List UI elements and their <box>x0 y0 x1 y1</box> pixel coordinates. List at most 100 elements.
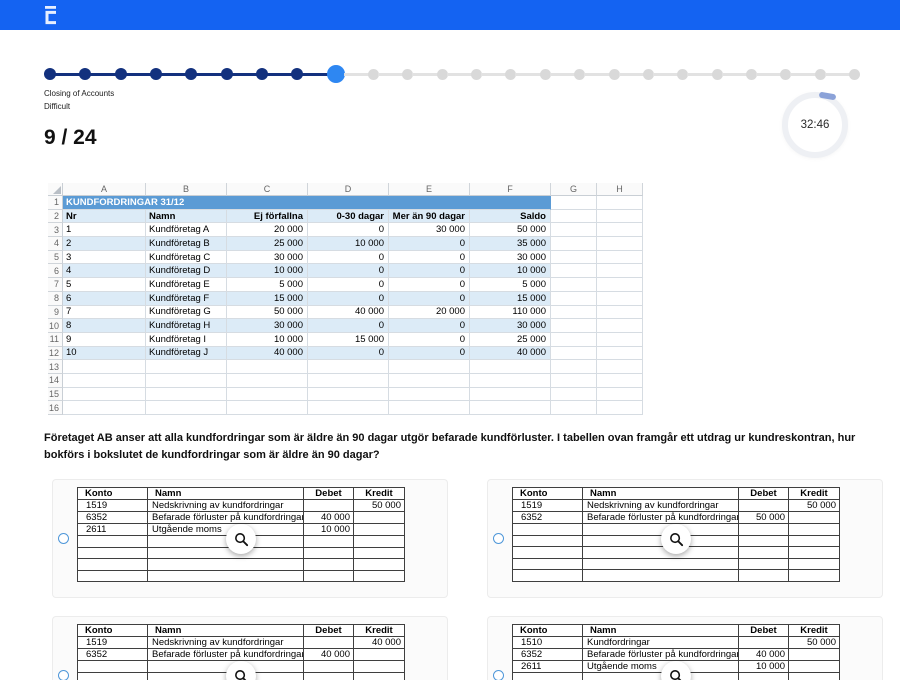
sheet-cell <box>597 347 643 361</box>
zoom-option-button-2[interactable] <box>661 524 691 554</box>
journal-cell <box>148 570 304 582</box>
magnifier-icon <box>668 668 685 680</box>
sheet-cell <box>597 319 643 333</box>
sheet-cell: 3 <box>63 251 146 265</box>
sheet-cell: 50 000 <box>470 223 551 237</box>
journal-cell <box>354 649 405 661</box>
sheet-cell <box>63 401 146 415</box>
journal-cell <box>739 524 789 536</box>
journal-cell <box>354 661 405 673</box>
sheet-cell: 15 000 <box>308 333 389 347</box>
journal-cell <box>583 570 739 582</box>
radio-option-4[interactable] <box>493 670 504 680</box>
sheet-cell: 0 <box>389 278 470 292</box>
sheet-cell <box>389 401 470 415</box>
sheet-cell <box>227 388 308 402</box>
sheet-cell <box>551 292 597 306</box>
answer-option-2[interactable]: KontoNamnDebetKredit1519Nedskrivning av … <box>487 479 883 598</box>
magnifier-icon <box>668 531 685 548</box>
journal-header-cell: Kredit <box>354 625 405 637</box>
journal-cell: 1519 <box>78 500 148 512</box>
journal-header-cell: Konto <box>513 625 583 637</box>
sheet-cell <box>551 223 597 237</box>
sheet-cell <box>551 360 597 374</box>
progress-connector <box>232 73 257 76</box>
sheet-cell <box>146 388 227 402</box>
progress-connector <box>302 73 327 76</box>
sheet-cell <box>551 333 597 347</box>
sheet-cell: 8 <box>63 319 146 333</box>
journal-cell <box>513 535 583 547</box>
sheet-cell: 0 <box>389 333 470 347</box>
journal-cell: Befarade förluster på kundfordringar <box>148 512 304 524</box>
journal-row: 6352Befarade förluster på kundfordringar… <box>513 512 840 524</box>
sheet-cell: 6 <box>63 292 146 306</box>
journal-cell <box>583 524 739 536</box>
answer-option-1[interactable]: KontoNamnDebetKredit1519Nedskrivning av … <box>52 479 448 598</box>
sheet-cell <box>551 264 597 278</box>
sheet-cell <box>597 388 643 402</box>
sheet-cell <box>597 401 643 415</box>
sheet-cell: Kundföretag J <box>146 347 227 361</box>
top-navigation-bar <box>0 0 900 30</box>
sheet-cell: 30 000 <box>389 223 470 237</box>
sheet-cell: Kundföretag E <box>146 278 227 292</box>
journal-cell: 1519 <box>513 500 583 512</box>
zoom-option-button-1[interactable] <box>226 524 256 554</box>
journal-cell <box>354 672 405 680</box>
progress-connector <box>378 73 403 76</box>
radio-option-3[interactable] <box>58 670 69 680</box>
journal-cell <box>78 547 148 559</box>
sheet-header-cell: Nr <box>63 210 146 224</box>
answer-option-4[interactable]: KontoNamnDebetKredit1510Kundfordringar50… <box>487 616 883 680</box>
sheet-cell: 0 <box>308 319 389 333</box>
progress-connector <box>267 73 292 76</box>
journal-cell <box>304 637 354 649</box>
sheet-cell <box>597 374 643 388</box>
progress-connector <box>55 73 80 76</box>
sheet-header-cell: Mer än 90 dagar <box>389 210 470 224</box>
app-logo-icon[interactable] <box>41 4 59 31</box>
journal-cell <box>78 672 148 680</box>
sheet-cell <box>470 374 551 388</box>
progress-connector <box>653 73 678 76</box>
journal-cell: 50 000 <box>354 500 405 512</box>
journal-header-cell: Kredit <box>789 625 840 637</box>
journal-row: 1519Nedskrivning av kundfordringar50 000 <box>513 500 840 512</box>
journal-cell: 50 000 <box>789 637 840 649</box>
sheet-cell: 0 <box>389 347 470 361</box>
sheet-cell <box>551 401 597 415</box>
sheet-row-number: 6 <box>48 264 63 278</box>
sheet-cell <box>597 237 643 251</box>
sheet-cell: Kundföretag I <box>146 333 227 347</box>
journal-cell: Utgående moms <box>148 524 304 536</box>
journal-cell <box>78 661 148 673</box>
sheet-column-letter: B <box>146 183 227 196</box>
sheet-column-letter: E <box>389 183 470 196</box>
journal-cell <box>78 570 148 582</box>
journal-header-row: KontoNamnDebetKredit <box>78 625 405 637</box>
radio-option-2[interactable] <box>493 533 504 544</box>
sheet-cell: 10 000 <box>227 333 308 347</box>
radio-option-1[interactable] <box>58 533 69 544</box>
journal-cell <box>354 547 405 559</box>
journal-cell: 40 000 <box>304 512 354 524</box>
journal-cell: 6352 <box>513 649 583 661</box>
sheet-cell: 15 000 <box>227 292 308 306</box>
progress-connector <box>344 73 369 76</box>
sheet-cell <box>470 360 551 374</box>
sheet-cell <box>551 196 597 210</box>
progress-track <box>44 64 860 84</box>
journal-header-row: KontoNamnDebetKredit <box>78 488 405 500</box>
sheet-cell: 10 000 <box>227 264 308 278</box>
sheet-cell <box>551 319 597 333</box>
journal-cell <box>513 558 583 570</box>
answer-option-3[interactable]: KontoNamnDebetKredit1519Nedskrivning av … <box>52 616 448 680</box>
journal-cell: 1510 <box>513 637 583 649</box>
progress-connector <box>90 73 115 76</box>
sheet-cell: 20 000 <box>227 223 308 237</box>
journal-cell <box>583 558 739 570</box>
sheet-cell <box>551 374 597 388</box>
journal-cell: 6352 <box>513 512 583 524</box>
journal-cell: Nedskrivning av kundfordringar <box>148 637 304 649</box>
